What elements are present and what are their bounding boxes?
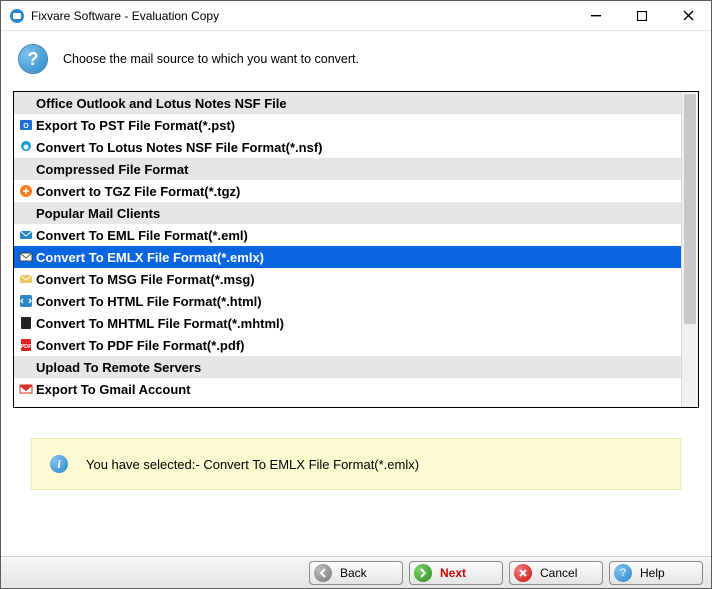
pst-icon: O <box>18 117 34 133</box>
info-icon: i <box>50 455 68 473</box>
gmail-icon <box>18 381 34 397</box>
list-item-label: Export To PST File Format(*.pst) <box>36 118 235 133</box>
list-item[interactable]: O Export To PST File Format(*.pst) <box>14 114 681 136</box>
format-list[interactable]: Office Outlook and Lotus Notes NSF File O… <box>14 92 681 407</box>
titlebar: Fixvare Software - Evaluation Copy <box>1 1 711 31</box>
status-text: You have selected:- Convert To EMLX File… <box>86 457 419 472</box>
list-item-label: Convert To MHTML File Format(*.mhtml) <box>36 316 284 331</box>
help-button[interactable]: ? Help <box>609 561 703 585</box>
back-button[interactable]: Back <box>309 561 403 585</box>
wizard-prompt: Choose the mail source to which you want… <box>63 52 359 66</box>
help-label: Help <box>640 566 692 580</box>
svg-text:PDF: PDF <box>21 344 33 350</box>
list-item[interactable]: Convert To EML File Format(*.eml) <box>14 224 681 246</box>
list-item[interactable]: Export To Gmail Account <box>14 378 681 400</box>
nsf-icon <box>18 139 34 155</box>
svg-text:O: O <box>23 123 29 130</box>
scrollbar-thumb[interactable] <box>684 94 696 324</box>
list-item-label: Compressed File Format <box>36 162 188 177</box>
cancel-icon <box>514 564 532 582</box>
app-icon <box>9 8 25 24</box>
next-arrow-icon <box>414 564 432 582</box>
cancel-label: Cancel <box>540 566 592 580</box>
eml-icon <box>18 227 34 243</box>
list-item-label: Convert To PDF File Format(*.pdf) <box>36 338 244 353</box>
list-item-label: Convert to TGZ File Format(*.tgz) <box>36 184 240 199</box>
back-label: Back <box>340 566 392 580</box>
scrollbar[interactable] <box>681 92 698 407</box>
next-label: Next <box>440 566 492 580</box>
window-controls <box>573 1 711 31</box>
maximize-button[interactable] <box>619 1 665 31</box>
minimize-button[interactable] <box>573 1 619 31</box>
list-item-label: Office Outlook and Lotus Notes NSF File <box>36 96 287 111</box>
html-icon <box>18 293 34 309</box>
list-item-label: Upload To Remote Servers <box>36 360 201 375</box>
list-item[interactable]: PDFConvert To PDF File Format(*.pdf) <box>14 334 681 356</box>
wizard-header: ? Choose the mail source to which you wa… <box>1 31 711 91</box>
list-item-label: Export To Gmail Account <box>36 382 191 397</box>
list-item[interactable]: Convert To Lotus Notes NSF File Format(*… <box>14 136 681 158</box>
back-arrow-icon <box>314 564 332 582</box>
cancel-button[interactable]: Cancel <box>509 561 603 585</box>
next-button[interactable]: Next <box>409 561 503 585</box>
status-box: i You have selected:- Convert To EMLX Fi… <box>31 438 681 490</box>
list-item-label: Convert To Lotus Notes NSF File Format(*… <box>36 140 323 155</box>
list-item-label: Convert To EML File Format(*.eml) <box>36 228 248 243</box>
list-item-label: Convert To MSG File Format(*.msg) <box>36 272 255 287</box>
close-button[interactable] <box>665 1 711 31</box>
list-section-header: Popular Mail Clients <box>14 202 681 224</box>
list-item[interactable]: Convert To HTML File Format(*.html) <box>14 290 681 312</box>
window-title: Fixvare Software - Evaluation Copy <box>31 9 219 23</box>
list-item[interactable]: Convert To EMLX File Format(*.emlx) <box>14 246 681 268</box>
tgz-icon <box>18 183 34 199</box>
emlx-icon <box>18 249 34 265</box>
msg-icon <box>18 271 34 287</box>
list-item[interactable]: Convert to TGZ File Format(*.tgz) <box>14 180 681 202</box>
question-icon: ? <box>19 45 47 73</box>
list-item-label: Convert To EMLX File Format(*.emlx) <box>36 250 264 265</box>
list-item[interactable]: Convert To MSG File Format(*.msg) <box>14 268 681 290</box>
list-item[interactable]: Convert To MHTML File Format(*.mhtml) <box>14 312 681 334</box>
help-icon: ? <box>614 564 632 582</box>
mhtml-icon <box>18 315 34 331</box>
list-section-header: Compressed File Format <box>14 158 681 180</box>
list-section-header: Upload To Remote Servers <box>14 356 681 378</box>
wizard-footer: Back Next Cancel ? Help <box>1 556 711 588</box>
pdf-icon: PDF <box>18 337 34 353</box>
list-section-header: Office Outlook and Lotus Notes NSF File <box>14 92 681 114</box>
list-item-label: Convert To HTML File Format(*.html) <box>36 294 262 309</box>
list-item-label: Popular Mail Clients <box>36 206 160 221</box>
format-list-panel: Office Outlook and Lotus Notes NSF File O… <box>13 91 699 408</box>
